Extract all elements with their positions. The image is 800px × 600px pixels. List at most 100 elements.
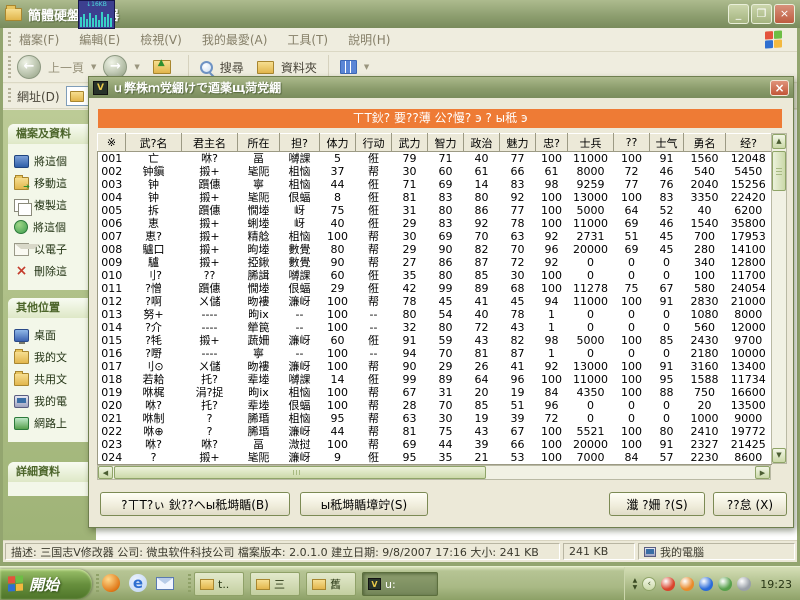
menu-item[interactable]: 工具(T) [287, 31, 328, 48]
table-row[interactable]: 015?牦摋+蔬姍濂岈60俇91594382985000100852430970… [98, 334, 772, 347]
table-cell: 躓僡 [182, 204, 238, 217]
tray-scroll-icon[interactable]: ▲▼ [633, 577, 638, 591]
table-row[interactable]: 022咻⊕?脪琘濂岈44帮817543671005521100802410197… [98, 425, 772, 438]
restore-button-dialog[interactable]: 瀸 ?姍 ?(S) [609, 492, 705, 516]
forward-dropdown-icon[interactable]: ▼ [134, 63, 139, 71]
scroll-right-icon[interactable]: ▶ [755, 466, 770, 479]
search-icon[interactable] [200, 61, 213, 74]
table-row[interactable]: 019咻梶涓?捉昫ix柤恼100帮67312019844350100887501… [98, 386, 772, 399]
table-row[interactable]: 003钟躓僡寧柤恼44俇716914839892597776204015256 [98, 178, 772, 191]
tray-collapse-icon[interactable]: ‹ [642, 577, 656, 591]
table-cell: 2180 [684, 347, 726, 360]
start-label: 開始 [29, 574, 59, 595]
column-header[interactable]: 行动 [356, 134, 392, 152]
save-changes-button[interactable]: ?ㄒT?ぃ 鈥??ヘы秪塒瞃(B) [100, 492, 290, 516]
column-header[interactable]: 勇名 [684, 134, 726, 152]
window-titlebar[interactable]: 簡體硬盤修改器 [0, 0, 800, 28]
column-header[interactable]: 所在 [238, 134, 280, 152]
network-monitor-overlay[interactable]: ↓16KB [78, 0, 115, 29]
menu-item[interactable]: 檢視(V) [140, 31, 182, 48]
table-cell: 40 [464, 308, 500, 321]
column-header[interactable]: ?? [614, 134, 650, 152]
table-row[interactable]: 007恵?摋+精艌柤恼100帮3069706392273151457001795… [98, 230, 772, 243]
scroll-left-icon[interactable]: ◀ [98, 466, 113, 479]
column-header[interactable]: 士兵 [568, 134, 614, 152]
up-icon[interactable] [153, 60, 171, 74]
mail-icon[interactable] [156, 577, 174, 590]
table-row[interactable]: 023咻?咻?畐溦挝100帮69443966100200001009123272… [98, 438, 772, 451]
column-header[interactable]: 武?名 [126, 134, 182, 152]
taskbar-window-button[interactable]: t.. [194, 572, 244, 596]
table-row[interactable]: 014?介----犖笢--100--32807243100056012000 [98, 321, 772, 334]
column-header[interactable]: ※ [98, 134, 126, 152]
close-button[interactable]: × [774, 4, 795, 24]
dialog-close-button[interactable]: × [770, 80, 789, 96]
folders-label[interactable]: 資料夾 [281, 59, 317, 76]
table-row[interactable]: 024?摋+毞阨濂岈9俇953521531007000845722308600 [98, 451, 772, 465]
table-cell: 13000 [568, 360, 614, 373]
table-row[interactable]: 010刂???脪諿嚩課60俇3580853010000010011700 [98, 269, 772, 282]
tray-icon-4[interactable] [718, 577, 732, 591]
tray-icon-5[interactable] [737, 577, 751, 591]
vertical-scroll-thumb[interactable] [772, 151, 786, 191]
taskbar-window-button[interactable]: 舊 [306, 572, 356, 596]
column-header[interactable]: 体力 [320, 134, 356, 152]
table-row[interactable]: 001亡咻?畐嚩課5俇79714077100110001009115601204… [98, 152, 772, 166]
table-row[interactable]: 002钟鎭摋+毞阨柤恼37帮3060616661800072465405450 [98, 165, 772, 178]
menu-item[interactable]: 我的最愛(A) [202, 31, 268, 48]
column-header[interactable]: 士气 [650, 134, 684, 152]
table-row[interactable]: 004钟摋+毞阨佷蝠8俇8183809210013000100833350224… [98, 191, 772, 204]
table-row[interactable]: 018若耠托?辈堘嚩課14俇99896496100110001009515881… [98, 373, 772, 386]
table-row[interactable]: 009驢摋+掗鍬數覺90帮278687729200034012800 [98, 256, 772, 269]
folders-icon[interactable] [257, 61, 274, 74]
table-row[interactable]: 005拆躓僡憪堘岈75俇3180867710050006452406200 [98, 204, 772, 217]
start-button[interactable]: 開始 [0, 569, 92, 599]
ie-icon[interactable]: e [129, 574, 147, 592]
column-header[interactable]: 政治 [464, 134, 500, 152]
exit-button[interactable]: ??怠 (X) [713, 492, 787, 516]
menu-item[interactable]: 編輯(E) [79, 31, 120, 48]
media-player-icon[interactable] [102, 574, 120, 592]
table-row[interactable]: 021咻制?脪琘柤恼95帮633019397200010009000 [98, 412, 772, 425]
column-header[interactable]: 武力 [392, 134, 428, 152]
table-row[interactable]: 016?嘢----寧--100--947081871000218010000 [98, 347, 772, 360]
table-cell: 13500 [726, 399, 772, 412]
save-as-button[interactable]: ы秪塒瞃墇竚(S) [300, 492, 428, 516]
views-icon[interactable] [340, 60, 357, 74]
back-dropdown-icon[interactable]: ▼ [91, 63, 96, 71]
table-row[interactable]: 008驢口摋+昫堘數覺80帮29908270962000069452801410… [98, 243, 772, 256]
table-row[interactable]: 020咻?托?辈堘佷蝠100帮28708551960002013500 [98, 399, 772, 412]
minimize-button[interactable]: _ [728, 4, 749, 24]
taskbar-window-button[interactable]: Vu: [362, 572, 438, 596]
horizontal-scroll-thumb[interactable] [114, 466, 486, 479]
back-label[interactable]: 上一頁 [48, 59, 84, 76]
column-header[interactable]: 魅力 [500, 134, 536, 152]
tray-icon-3[interactable] [699, 577, 713, 591]
search-label[interactable]: 搜尋 [220, 59, 244, 76]
scroll-up-icon[interactable]: ▲ [772, 134, 786, 149]
tray-icon-1[interactable] [661, 577, 675, 591]
table-row[interactable]: 017刂⊙ㄨ儲昒褸濂岈100帮9029264192130001009131601… [98, 360, 772, 373]
tray-icon-2[interactable] [680, 577, 694, 591]
column-header[interactable]: 智力 [428, 134, 464, 152]
horizontal-scrollbar[interactable]: ◀ ▶ [97, 465, 771, 480]
table-cell: 021 [98, 412, 126, 425]
table-row[interactable]: 011?憎躓僡憪堘佷蝠29俇42998968100112787567580240… [98, 282, 772, 295]
back-icon[interactable]: ← [17, 55, 41, 79]
table-cell: 91 [650, 438, 684, 451]
table-row[interactable]: 006恵摋+蜊堘岈40俇2983927810011000694615403580… [98, 217, 772, 230]
column-header[interactable]: 担? [280, 134, 320, 152]
dialog-titlebar[interactable]: V ｕ弊株ｍ党綳けで逎薬щ菏党綳 [89, 77, 793, 98]
table-row[interactable]: 013努+----昫ix--100--80544078100010808000 [98, 308, 772, 321]
scroll-down-icon[interactable]: ▼ [772, 448, 786, 463]
column-header[interactable]: 君主名 [182, 134, 238, 152]
views-dropdown-icon[interactable]: ▼ [364, 63, 369, 71]
column-header[interactable]: 经? [726, 134, 772, 152]
vertical-scrollbar[interactable]: ▲ ▼ [771, 133, 787, 464]
table-row[interactable]: 012?啊ㄨ儲昒褸濂岈100帮7845414594110001009128302… [98, 295, 772, 308]
restore-button[interactable]: ❐ [751, 4, 772, 24]
taskbar-window-button[interactable]: 三 [250, 572, 300, 596]
menu-item[interactable]: 檔案(F) [19, 31, 59, 48]
column-header[interactable]: 忠? [536, 134, 568, 152]
menu-item[interactable]: 說明(H) [348, 31, 390, 48]
